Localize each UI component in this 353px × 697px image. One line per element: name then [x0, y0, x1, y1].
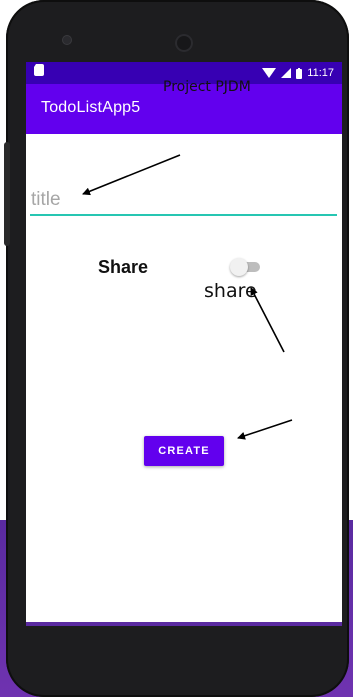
arrow-to-title-input: [82, 154, 181, 196]
annotation-arrows: [82, 154, 293, 440]
arrow-to-create-button: [237, 419, 293, 440]
arrow-to-share-switch: [250, 287, 285, 353]
